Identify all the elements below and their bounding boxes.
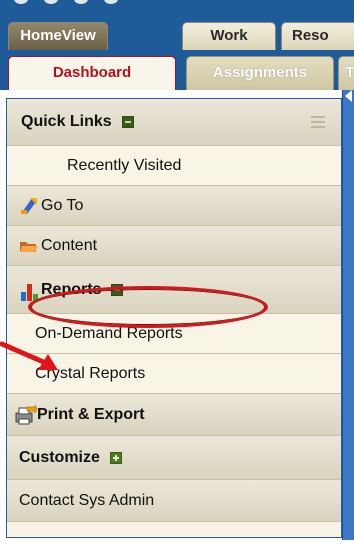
tab-homeview[interactable]: HomeView (8, 22, 108, 50)
link-recently-visited[interactable]: Recently Visited (7, 146, 341, 186)
section-customize[interactable]: Customize (7, 436, 341, 480)
collapse-panel-bar[interactable] (342, 90, 354, 540)
tab-label: Assignments (212, 64, 308, 81)
section-title: Content (41, 236, 98, 254)
section-title: Quick Links (21, 113, 112, 130)
window-control-dot (14, 0, 28, 4)
tab-work[interactable]: Work (182, 22, 276, 50)
tab-truncated[interactable]: T (338, 56, 354, 90)
window-top-strip (0, 0, 354, 20)
goto-arrow-icon (19, 196, 39, 216)
tab-dashboard[interactable]: Dashboard (8, 56, 176, 90)
tab-label: T (345, 64, 354, 81)
tab-resources[interactable]: Reso (281, 22, 354, 50)
link-label: Contact Sys Admin (19, 491, 155, 509)
expand-plus-icon[interactable] (109, 451, 122, 464)
tab-label: Work (210, 27, 248, 44)
window-control-dot (44, 0, 58, 4)
section-go-to[interactable]: Go To (7, 186, 341, 226)
section-title: Customize (19, 448, 100, 466)
section-quick-links[interactable]: Quick Links (7, 99, 341, 146)
tab-label: Reso (292, 27, 329, 44)
section-print-export[interactable]: Print & Export (7, 394, 341, 436)
bar-chart-icon (19, 280, 39, 301)
highlight-ellipse (28, 286, 268, 328)
tab-assignments[interactable]: Assignments (186, 56, 334, 90)
main-tab-bar: HomeView Work Reso (0, 20, 354, 50)
window-control-dot (74, 0, 88, 4)
section-content[interactable]: Content (7, 226, 341, 266)
red-pointer-arrow-icon (0, 341, 58, 370)
tab-label: Dashboard (52, 64, 132, 81)
collapse-arrow-icon[interactable] (345, 90, 352, 102)
sub-tab-bar: Dashboard Assignments T (0, 50, 354, 90)
tab-label: HomeView (20, 27, 96, 44)
section-title: Go To (41, 196, 84, 214)
print-export-icon (15, 404, 38, 425)
link-contact-sys-admin[interactable]: Contact Sys Admin (7, 480, 341, 522)
section-title: Print & Export (37, 405, 145, 423)
list-options-icon[interactable] (311, 116, 325, 128)
folder-icon (19, 236, 39, 256)
link-label: Recently Visited (67, 156, 182, 174)
collapse-minus-icon[interactable] (121, 116, 134, 128)
window-control-dot (104, 0, 118, 4)
